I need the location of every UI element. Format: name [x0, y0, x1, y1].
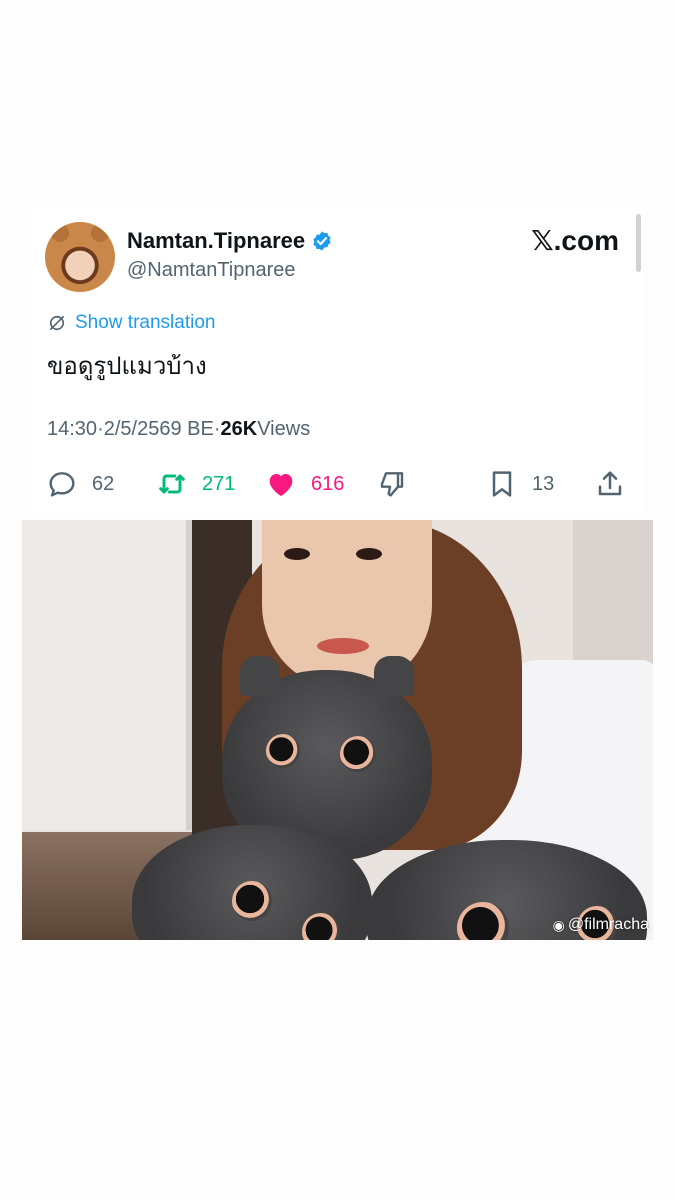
- translate-icon: [49, 315, 65, 331]
- bookmark-count: 13: [532, 472, 555, 495]
- avatar-hat-ear: [51, 224, 69, 242]
- photo-wall: [22, 520, 192, 830]
- reply-icon: [49, 472, 75, 497]
- tweet-text: ขอดูรูปแมวบ้าง: [47, 353, 207, 380]
- tweet-photo[interactable]: ◉ @filmracha: [22, 520, 653, 940]
- share-button[interactable]: [594, 468, 626, 500]
- tweet-card: Namtan.Tipnaree @NamtanTipnaree 𝕏.com Sh…: [32, 202, 643, 518]
- author-name-row: Namtan.Tipnaree: [127, 228, 333, 254]
- show-translation-link[interactable]: Show translation: [47, 312, 215, 334]
- bookmark-icon: [492, 471, 512, 497]
- views-label: Views: [257, 418, 311, 440]
- plush-cat-eye: [266, 734, 300, 768]
- views-count: 26K: [220, 418, 258, 440]
- plush-cat-eye: [232, 881, 272, 921]
- plush-cat-eye: [302, 913, 340, 940]
- photo-watermark: ◉ @filmracha: [553, 916, 649, 934]
- bookmark-button[interactable]: 13: [486, 468, 554, 500]
- dislike-button[interactable]: [376, 468, 408, 500]
- show-translation-label: Show translation: [75, 312, 216, 333]
- reply-count: 62: [92, 472, 115, 495]
- verified-badge-icon: [313, 231, 331, 251]
- scrollbar-thumb[interactable]: [636, 214, 641, 272]
- plush-cat-ear: [240, 656, 280, 696]
- dislike-icon: [380, 472, 404, 497]
- tweet-date[interactable]: 2/5/2569 BE: [104, 418, 214, 441]
- weibo-icon: ◉: [552, 916, 565, 933]
- photo-eye: [356, 548, 382, 560]
- meta-separator: ·: [97, 418, 104, 440]
- retweet-button[interactable]: 271: [156, 468, 235, 500]
- avatar[interactable]: [45, 222, 115, 292]
- tweet-meta: 14:30 · 2/5/2569 BE · 26K Views: [47, 418, 310, 441]
- display-name[interactable]: Namtan.Tipnaree: [127, 228, 305, 254]
- tweet-time[interactable]: 14:30: [47, 418, 97, 441]
- like-button[interactable]: 616: [265, 468, 344, 500]
- handle[interactable]: @NamtanTipnaree: [127, 259, 296, 282]
- watermark-text: @filmracha: [567, 916, 649, 933]
- plush-cat-ear: [374, 656, 414, 696]
- x-logo[interactable]: 𝕏.com: [531, 224, 619, 257]
- like-count: 616: [311, 472, 345, 495]
- photo-eye: [284, 548, 310, 560]
- meta-separator: ·: [213, 418, 221, 440]
- retweet-count: 271: [202, 472, 236, 495]
- photo-lips: [317, 638, 369, 654]
- retweet-icon: [159, 474, 185, 494]
- avatar-hat-ear: [91, 224, 109, 242]
- plush-cat-eye: [340, 736, 376, 772]
- heart-icon: [269, 474, 293, 496]
- share-icon: [598, 471, 622, 496]
- action-bar: 62 271 616 13: [32, 464, 643, 504]
- plush-cat-eye: [457, 902, 509, 940]
- reply-button[interactable]: 62: [46, 468, 114, 500]
